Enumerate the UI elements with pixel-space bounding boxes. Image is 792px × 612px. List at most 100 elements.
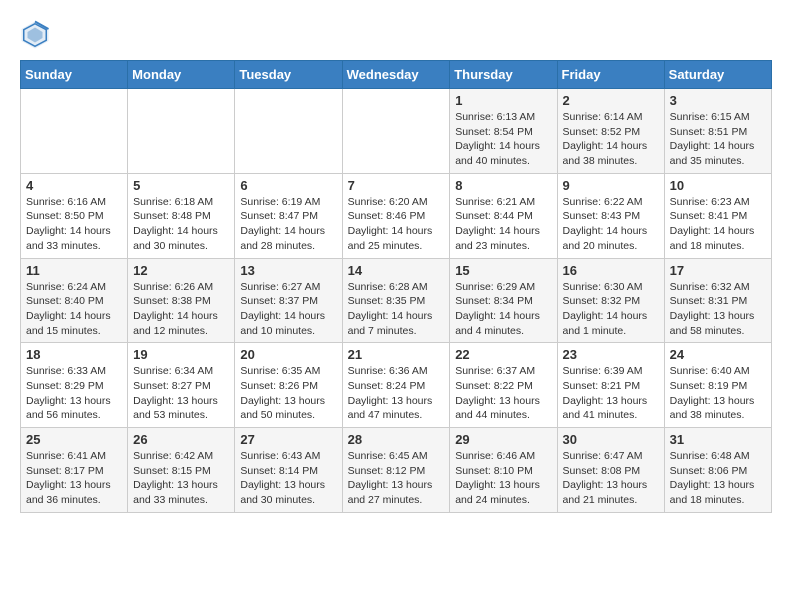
- daylight-text: Daylight: 13 hours and 36 minutes.: [26, 479, 111, 506]
- calendar-week-row: 1 Sunrise: 6:13 AM Sunset: 8:54 PM Dayli…: [21, 89, 772, 174]
- day-info: Sunrise: 6:32 AM Sunset: 8:31 PM Dayligh…: [670, 280, 766, 339]
- day-number: 21: [348, 347, 445, 362]
- sunrise-text: Sunrise: 6:47 AM: [563, 450, 643, 462]
- day-info: Sunrise: 6:33 AM Sunset: 8:29 PM Dayligh…: [26, 364, 122, 423]
- day-info: Sunrise: 6:20 AM Sunset: 8:46 PM Dayligh…: [348, 195, 445, 254]
- sunset-text: Sunset: 8:50 PM: [26, 210, 104, 222]
- calendar-cell: 10 Sunrise: 6:23 AM Sunset: 8:41 PM Dayl…: [664, 173, 771, 258]
- day-info: Sunrise: 6:18 AM Sunset: 8:48 PM Dayligh…: [133, 195, 229, 254]
- sunset-text: Sunset: 8:24 PM: [348, 380, 426, 392]
- daylight-text: Daylight: 13 hours and 44 minutes.: [455, 395, 540, 422]
- header-day-sunday: Sunday: [21, 61, 128, 89]
- calendar-week-row: 25 Sunrise: 6:41 AM Sunset: 8:17 PM Dayl…: [21, 428, 772, 513]
- sunset-text: Sunset: 8:34 PM: [455, 295, 533, 307]
- day-number: 8: [455, 178, 551, 193]
- calendar-cell: 13 Sunrise: 6:27 AM Sunset: 8:37 PM Dayl…: [235, 258, 342, 343]
- day-info: Sunrise: 6:27 AM Sunset: 8:37 PM Dayligh…: [240, 280, 336, 339]
- daylight-text: Daylight: 14 hours and 28 minutes.: [240, 225, 325, 252]
- header-day-monday: Monday: [128, 61, 235, 89]
- calendar-header-row: SundayMondayTuesdayWednesdayThursdayFrid…: [21, 61, 772, 89]
- calendar-cell: 2 Sunrise: 6:14 AM Sunset: 8:52 PM Dayli…: [557, 89, 664, 174]
- sunset-text: Sunset: 8:15 PM: [133, 465, 211, 477]
- day-info: Sunrise: 6:37 AM Sunset: 8:22 PM Dayligh…: [455, 364, 551, 423]
- day-info: Sunrise: 6:36 AM Sunset: 8:24 PM Dayligh…: [348, 364, 445, 423]
- sunrise-text: Sunrise: 6:27 AM: [240, 281, 320, 293]
- sunset-text: Sunset: 8:26 PM: [240, 380, 318, 392]
- sunset-text: Sunset: 8:27 PM: [133, 380, 211, 392]
- day-number: 23: [563, 347, 659, 362]
- day-number: 26: [133, 432, 229, 447]
- calendar-week-row: 4 Sunrise: 6:16 AM Sunset: 8:50 PM Dayli…: [21, 173, 772, 258]
- sunset-text: Sunset: 8:41 PM: [670, 210, 748, 222]
- sunset-text: Sunset: 8:17 PM: [26, 465, 104, 477]
- daylight-text: Daylight: 14 hours and 25 minutes.: [348, 225, 433, 252]
- sunset-text: Sunset: 8:14 PM: [240, 465, 318, 477]
- daylight-text: Daylight: 14 hours and 38 minutes.: [563, 140, 648, 167]
- calendar-cell: 20 Sunrise: 6:35 AM Sunset: 8:26 PM Dayl…: [235, 343, 342, 428]
- sunrise-text: Sunrise: 6:36 AM: [348, 365, 428, 377]
- logo: [20, 20, 54, 50]
- day-number: 30: [563, 432, 659, 447]
- sunset-text: Sunset: 8:06 PM: [670, 465, 748, 477]
- logo-icon: [20, 20, 50, 50]
- calendar-cell: [342, 89, 450, 174]
- day-number: 11: [26, 263, 122, 278]
- day-number: 3: [670, 93, 766, 108]
- day-number: 24: [670, 347, 766, 362]
- sunset-text: Sunset: 8:08 PM: [563, 465, 641, 477]
- calendar-cell: 31 Sunrise: 6:48 AM Sunset: 8:06 PM Dayl…: [664, 428, 771, 513]
- sunset-text: Sunset: 8:48 PM: [133, 210, 211, 222]
- sunset-text: Sunset: 8:21 PM: [563, 380, 641, 392]
- day-info: Sunrise: 6:16 AM Sunset: 8:50 PM Dayligh…: [26, 195, 122, 254]
- day-info: Sunrise: 6:47 AM Sunset: 8:08 PM Dayligh…: [563, 449, 659, 508]
- sunrise-text: Sunrise: 6:48 AM: [670, 450, 750, 462]
- day-number: 20: [240, 347, 336, 362]
- calendar-cell: 30 Sunrise: 6:47 AM Sunset: 8:08 PM Dayl…: [557, 428, 664, 513]
- page-header: [20, 20, 772, 50]
- sunset-text: Sunset: 8:40 PM: [26, 295, 104, 307]
- day-number: 10: [670, 178, 766, 193]
- day-info: Sunrise: 6:26 AM Sunset: 8:38 PM Dayligh…: [133, 280, 229, 339]
- calendar-cell: 29 Sunrise: 6:46 AM Sunset: 8:10 PM Dayl…: [450, 428, 557, 513]
- day-info: Sunrise: 6:34 AM Sunset: 8:27 PM Dayligh…: [133, 364, 229, 423]
- daylight-text: Daylight: 13 hours and 21 minutes.: [563, 479, 648, 506]
- daylight-text: Daylight: 13 hours and 41 minutes.: [563, 395, 648, 422]
- sunrise-text: Sunrise: 6:37 AM: [455, 365, 535, 377]
- sunset-text: Sunset: 8:51 PM: [670, 126, 748, 138]
- calendar-cell: 3 Sunrise: 6:15 AM Sunset: 8:51 PM Dayli…: [664, 89, 771, 174]
- daylight-text: Daylight: 14 hours and 1 minute.: [563, 310, 648, 337]
- calendar-cell: 15 Sunrise: 6:29 AM Sunset: 8:34 PM Dayl…: [450, 258, 557, 343]
- sunset-text: Sunset: 8:43 PM: [563, 210, 641, 222]
- calendar-cell: 16 Sunrise: 6:30 AM Sunset: 8:32 PM Dayl…: [557, 258, 664, 343]
- day-info: Sunrise: 6:29 AM Sunset: 8:34 PM Dayligh…: [455, 280, 551, 339]
- daylight-text: Daylight: 13 hours and 58 minutes.: [670, 310, 755, 337]
- daylight-text: Daylight: 14 hours and 18 minutes.: [670, 225, 755, 252]
- day-info: Sunrise: 6:24 AM Sunset: 8:40 PM Dayligh…: [26, 280, 122, 339]
- calendar-week-row: 11 Sunrise: 6:24 AM Sunset: 8:40 PM Dayl…: [21, 258, 772, 343]
- daylight-text: Daylight: 14 hours and 20 minutes.: [563, 225, 648, 252]
- sunrise-text: Sunrise: 6:40 AM: [670, 365, 750, 377]
- sunrise-text: Sunrise: 6:43 AM: [240, 450, 320, 462]
- sunset-text: Sunset: 8:32 PM: [563, 295, 641, 307]
- daylight-text: Daylight: 13 hours and 30 minutes.: [240, 479, 325, 506]
- sunrise-text: Sunrise: 6:13 AM: [455, 111, 535, 123]
- daylight-text: Daylight: 14 hours and 15 minutes.: [26, 310, 111, 337]
- calendar-cell: 26 Sunrise: 6:42 AM Sunset: 8:15 PM Dayl…: [128, 428, 235, 513]
- day-info: Sunrise: 6:19 AM Sunset: 8:47 PM Dayligh…: [240, 195, 336, 254]
- day-number: 13: [240, 263, 336, 278]
- header-day-friday: Friday: [557, 61, 664, 89]
- calendar-cell: 19 Sunrise: 6:34 AM Sunset: 8:27 PM Dayl…: [128, 343, 235, 428]
- sunrise-text: Sunrise: 6:46 AM: [455, 450, 535, 462]
- sunrise-text: Sunrise: 6:28 AM: [348, 281, 428, 293]
- daylight-text: Daylight: 14 hours and 35 minutes.: [670, 140, 755, 167]
- sunset-text: Sunset: 8:10 PM: [455, 465, 533, 477]
- header-day-thursday: Thursday: [450, 61, 557, 89]
- sunrise-text: Sunrise: 6:23 AM: [670, 196, 750, 208]
- day-info: Sunrise: 6:14 AM Sunset: 8:52 PM Dayligh…: [563, 110, 659, 169]
- day-number: 31: [670, 432, 766, 447]
- day-number: 29: [455, 432, 551, 447]
- day-info: Sunrise: 6:28 AM Sunset: 8:35 PM Dayligh…: [348, 280, 445, 339]
- day-number: 18: [26, 347, 122, 362]
- daylight-text: Daylight: 13 hours and 33 minutes.: [133, 479, 218, 506]
- day-number: 9: [563, 178, 659, 193]
